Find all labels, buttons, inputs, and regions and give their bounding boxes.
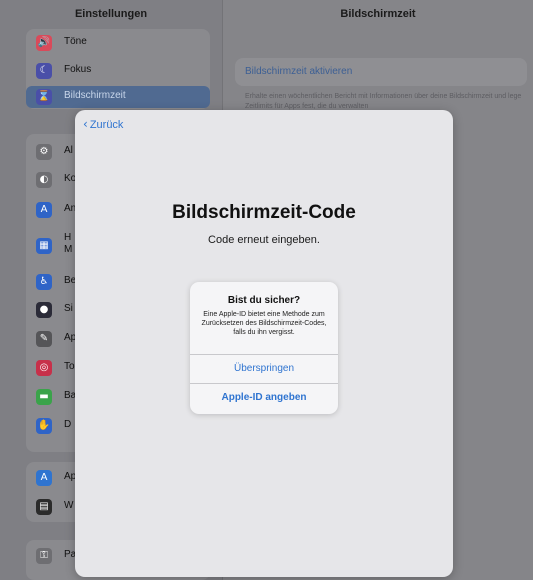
sidebar-title: Einstellungen	[74, 8, 148, 20]
sidebar-group-sound-focus: 🔊 Töne ☾ Fokus ⌛ Bildschirmzeit	[26, 29, 210, 109]
grid-icon: ▦	[36, 238, 52, 254]
moon-icon: ☾	[36, 63, 52, 79]
gear-icon: ⚙	[36, 144, 52, 160]
pencil-icon: ✎	[36, 331, 52, 347]
alert-title: Bist du sicher?	[227, 295, 301, 306]
sidebar-item-label: W	[64, 500, 74, 511]
sidebar-item-label-line2: M	[64, 244, 73, 255]
sidebar-item-label: Al	[64, 145, 73, 156]
siri-icon: ●	[36, 302, 52, 318]
sidebar-item-label: To	[64, 361, 75, 372]
app-store-icon: A	[36, 470, 52, 486]
sheet-subtitle: Code erneut eingeben.	[208, 234, 320, 246]
sidebar-item-bildschirmzeit[interactable]: ⌛ Bildschirmzeit	[26, 86, 210, 108]
skip-button[interactable]: Überspringen	[190, 355, 338, 383]
sheet-title: Bildschirmzeit-Code	[172, 202, 356, 223]
chevron-left-icon: ‹	[83, 117, 88, 131]
activate-screen-time-label: Bildschirmzeit aktivieren	[245, 66, 353, 77]
fingerprint-icon: ◎	[36, 360, 52, 376]
confirmation-alert: Bist du sicher? Eine Apple-ID bietet ein…	[190, 282, 338, 414]
hourglass-icon: ⌛	[36, 89, 52, 105]
hand-icon: ✋	[36, 418, 52, 434]
alert-message: Eine Apple-ID bietet eine Methode zum Zu…	[201, 311, 327, 336]
key-icon: ⚿	[36, 548, 52, 564]
sidebar-item-label: Töne	[64, 36, 87, 47]
speaker-icon: 🔊	[36, 35, 52, 51]
battery-icon: ▬	[36, 389, 52, 405]
text-size-icon: A	[36, 202, 52, 218]
toggles-icon: ◐	[36, 172, 52, 188]
settings-screen: Einstellungen 🔊 Töne ☾ Fokus ⌛ Bildschir…	[0, 0, 533, 580]
sidebar-item-label: H	[64, 232, 72, 243]
sidebar-item-label: Si	[64, 303, 73, 314]
detail-title: Bildschirmzeit	[340, 8, 416, 20]
accessibility-icon: ♿	[36, 274, 52, 290]
sidebar-item-label: Bildschirmzeit	[64, 90, 126, 101]
activate-screen-time-row[interactable]: Bildschirmzeit aktivieren	[235, 58, 527, 86]
wallet-icon: ▤	[36, 499, 52, 515]
sidebar-item-label: Fokus	[64, 64, 92, 75]
detail-footnote: Erhalte einen wöchentlichen Bericht mit …	[245, 93, 522, 110]
sidebar-item-label: D	[64, 419, 72, 430]
sidebar-item-toene[interactable]: 🔊 Töne	[26, 32, 210, 54]
passcode-sheet: ‹ Zurück Bildschirmzeit-Code Code erneut …	[75, 110, 453, 577]
back-button[interactable]: ‹ Zurück	[83, 117, 123, 133]
back-button-label: Zurück	[89, 119, 124, 131]
sidebar-item-fokus[interactable]: ☾ Fokus	[26, 60, 210, 82]
enter-apple-id-button[interactable]: Apple-ID angeben	[190, 384, 338, 412]
